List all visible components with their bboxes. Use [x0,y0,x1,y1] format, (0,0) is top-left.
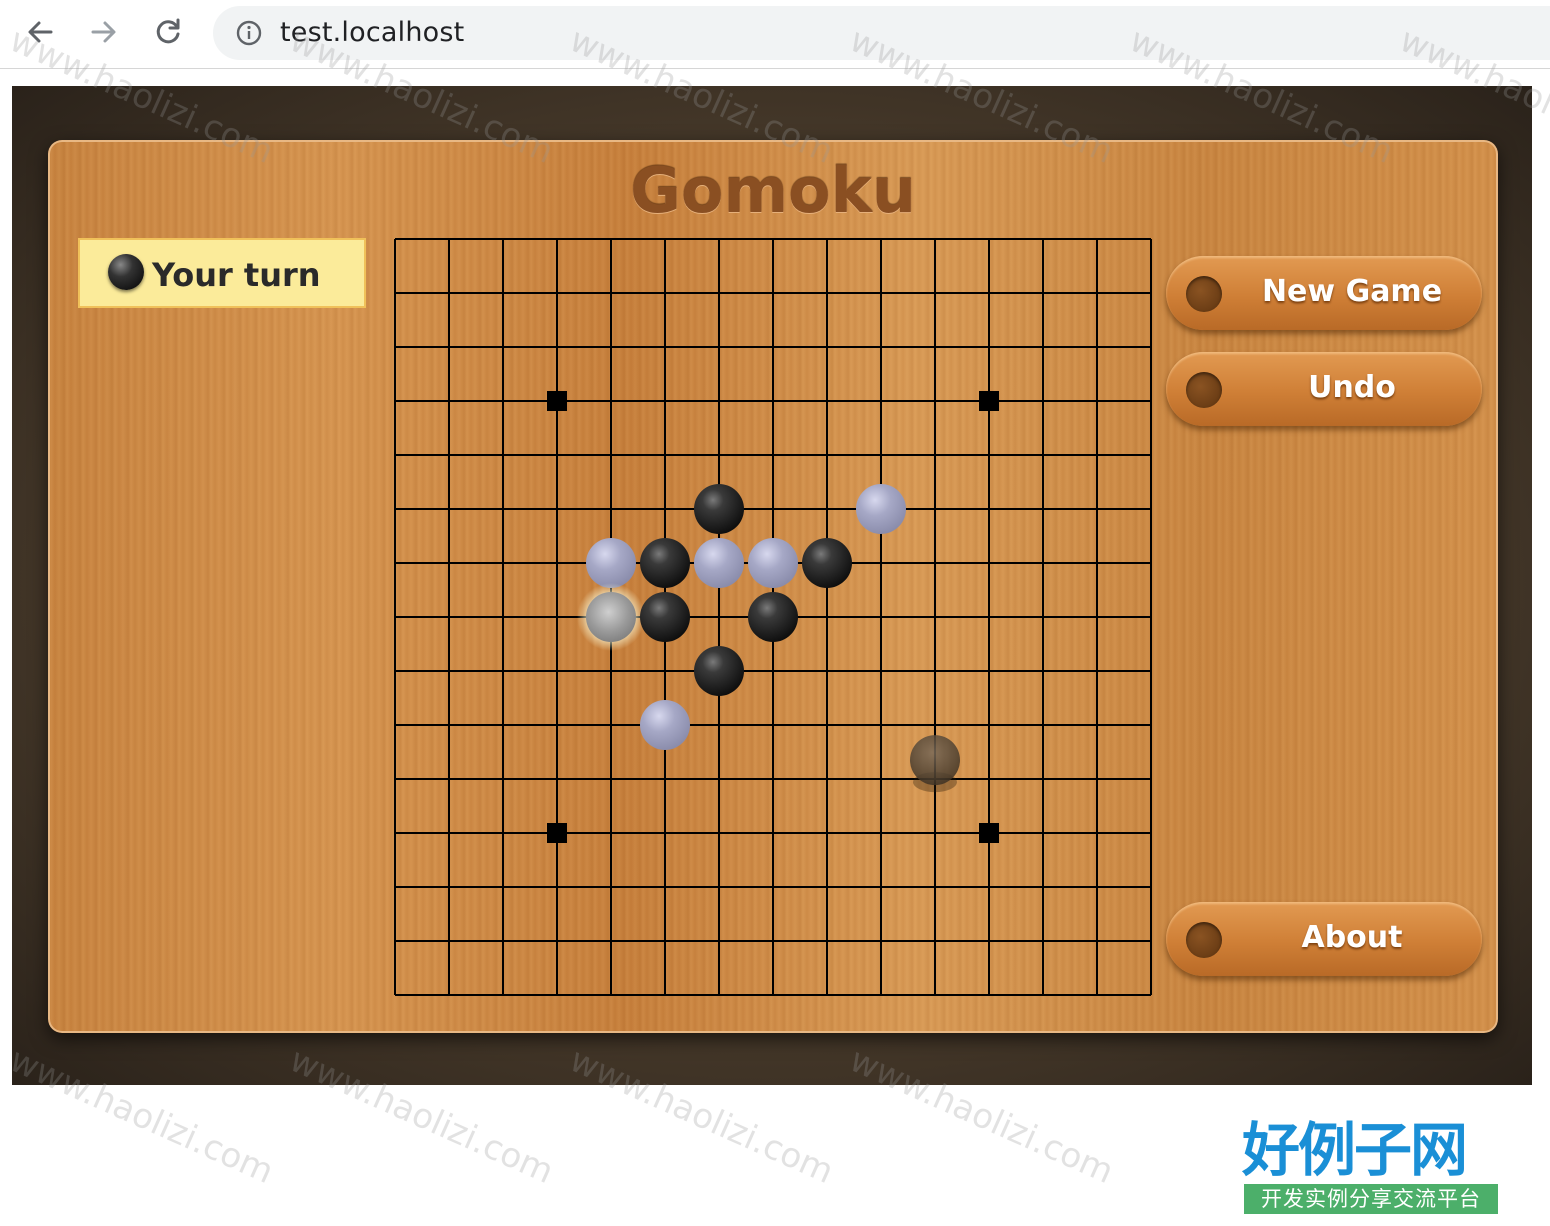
turn-indicator: Your turn [78,238,366,308]
black-stone[interactable] [748,592,798,642]
back-button[interactable] [22,14,58,50]
turn-label: Your turn [152,256,321,294]
reload-icon [156,18,180,44]
info-icon[interactable] [235,19,263,47]
black-stone-icon [108,254,144,290]
white-stone[interactable] [856,484,906,534]
about-button[interactable]: About [1166,902,1482,976]
game-board[interactable] [394,238,1152,996]
arrow-left-icon [28,21,53,43]
white-stone[interactable] [748,538,798,588]
white-stone[interactable] [640,700,690,750]
arrow-right-icon [91,21,116,43]
black-stone[interactable] [694,646,744,696]
white-stone[interactable] [694,538,744,588]
url-text[interactable]: test.localhost [280,17,464,48]
button-dot-icon [1186,276,1222,312]
address-bar[interactable]: test.localhost [213,6,1550,60]
browser-toolbar: test.localhost [0,0,1550,69]
black-stone[interactable] [640,538,690,588]
black-stone[interactable] [640,592,690,642]
white-stone[interactable] [586,538,636,588]
black-stone[interactable] [694,484,744,534]
game-title: Gomoku [629,154,917,227]
new-game-label: New Game [1261,274,1443,309]
wood-panel: Gomoku Your turn New Game Undo About [48,140,1498,1033]
stones-layer[interactable] [577,484,960,793]
forward-button[interactable] [86,14,122,50]
new-game-button[interactable]: New Game [1166,256,1482,330]
last-move-stone[interactable] [586,592,636,642]
star-point [547,823,567,843]
undo-button[interactable]: Undo [1166,352,1482,426]
button-dot-icon [1186,372,1222,408]
about-label: About [1301,920,1403,955]
reload-button[interactable] [150,14,186,50]
site-logo: 好例子网 开发实例分享交流平台 [1242,1118,1498,1218]
cursor-preview-stone[interactable] [910,735,960,786]
game-frame: Gomoku Your turn New Game Undo About [12,86,1532,1085]
black-stone[interactable] [802,538,852,588]
button-dot-icon [1186,922,1222,958]
logo-main-text: 好例子网 [1242,1116,1468,1184]
star-point [547,391,567,411]
star-point [979,391,999,411]
star-point [979,823,999,843]
logo-sub-text: 开发实例分享交流平台 [1244,1184,1498,1214]
undo-label: Undo [1308,370,1396,405]
